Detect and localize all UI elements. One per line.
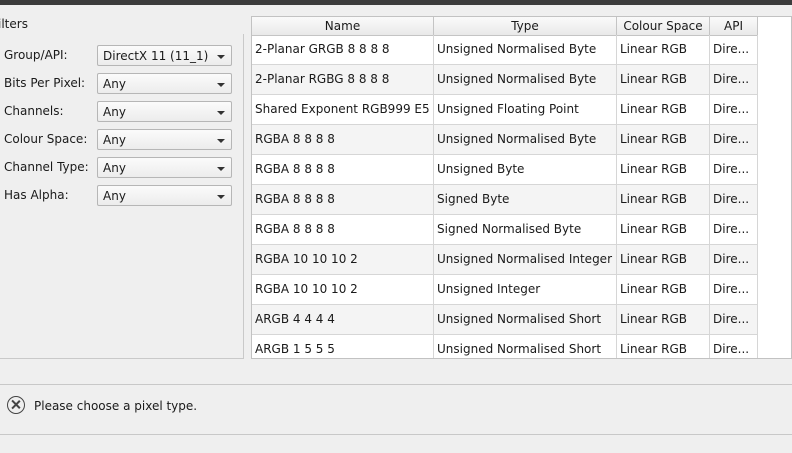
chevron-down-icon: [217, 83, 225, 87]
table-cell: Linear RGB: [617, 245, 710, 275]
table-cell: Linear RGB: [617, 305, 710, 335]
table-cell: 2-Planar GRGB 8 8 8 8: [252, 35, 434, 65]
error-circle-x-icon: [7, 396, 25, 414]
filter-row-channels: Channels: Any: [0, 101, 244, 123]
table-cell: Dire...: [710, 65, 758, 95]
channel-type-combobox[interactable]: Any: [97, 157, 232, 178]
filter-row-has-alpha: Has Alpha: Any: [0, 185, 244, 207]
table-cell: Dire...: [710, 155, 758, 185]
filters-panel: ilters Group/API: DirectX 11 (11_1) Bits…: [0, 12, 244, 359]
table-cell: Linear RGB: [617, 65, 710, 95]
table-row[interactable]: RGBA 8 8 8 8 Unsigned Byte Linear RGB Dire.…: [252, 155, 758, 185]
channels-combobox[interactable]: Any: [97, 101, 232, 122]
table-row[interactable]: ARGB 1 5 5 5 Unsigned Normalised Short Lin…: [252, 335, 758, 358]
combobox-value: DirectX 11 (11_1): [103, 49, 209, 63]
table-cell: Dire...: [710, 125, 758, 155]
chevron-down-icon: [217, 195, 225, 199]
combobox-value: Any: [103, 189, 126, 203]
filter-row-group-api: Group/API: DirectX 11 (11_1): [0, 45, 244, 67]
table-cell: Dire...: [710, 35, 758, 65]
table-cell: Linear RGB: [617, 155, 710, 185]
table-cell: Unsigned Normalised Short: [434, 335, 617, 358]
table-cell: Dire...: [710, 95, 758, 125]
table-cell: RGBA 8 8 8 8: [252, 185, 434, 215]
filter-label: Has Alpha:: [4, 188, 69, 202]
pixel-type-table[interactable]: Name Type Colour Space API 2-Planar GRGB…: [251, 16, 792, 359]
table-cell: Unsigned Normalised Byte: [434, 65, 617, 95]
table-cell: RGBA 8 8 8 8: [252, 125, 434, 155]
has-alpha-combobox[interactable]: Any: [97, 185, 232, 206]
column-header-colour-space[interactable]: Colour Space: [617, 17, 710, 35]
table-cell: Linear RGB: [617, 125, 710, 155]
table-row[interactable]: ARGB 4 4 4 4 Unsigned Normalised Short Lin…: [252, 305, 758, 335]
table-row[interactable]: RGBA 10 10 10 2 Unsigned Integer Linear RG…: [252, 275, 758, 305]
table-cell: Unsigned Integer: [434, 275, 617, 305]
table-cell: RGBA 10 10 10 2: [252, 245, 434, 275]
table-cell: Signed Byte: [434, 185, 617, 215]
table-cell: Linear RGB: [617, 35, 710, 65]
table-cell: Dire...: [710, 275, 758, 305]
table-cell: Linear RGB: [617, 185, 710, 215]
table-cell: Unsigned Floating Point: [434, 95, 617, 125]
table-cell: Dire...: [710, 335, 758, 358]
combobox-value: Any: [103, 133, 126, 147]
column-header-api[interactable]: API: [710, 17, 758, 35]
table-cell: Signed Normalised Byte: [434, 215, 617, 245]
table-cell: Unsigned Normalised Integer: [434, 245, 617, 275]
table-cell: Unsigned Byte: [434, 155, 617, 185]
column-header-name[interactable]: Name: [252, 17, 434, 35]
filter-label: Bits Per Pixel:: [4, 76, 86, 90]
table-cell: RGBA 10 10 10 2: [252, 275, 434, 305]
table-row[interactable]: 2-Planar RGBG 8 8 8 8 Unsigned Normalised…: [252, 65, 758, 95]
table-cell: Dire...: [710, 305, 758, 335]
window-top-bar: [0, 0, 792, 5]
status-bar: Please choose a pixel type.: [0, 385, 792, 433]
table-row[interactable]: RGBA 10 10 10 2 Unsigned Normalised Integ…: [252, 245, 758, 275]
filter-row-colour-space: Colour Space: Any: [0, 129, 244, 151]
combobox-value: Any: [103, 161, 126, 175]
filter-label: Colour Space:: [4, 132, 88, 146]
filter-label: Group/API:: [4, 48, 68, 62]
chevron-down-icon: [217, 111, 225, 115]
table-header: Name Type Colour Space API: [252, 17, 758, 36]
table-cell: ARGB 1 5 5 5: [252, 335, 434, 358]
table-cell: Linear RGB: [617, 275, 710, 305]
table-cell: Unsigned Normalised Short: [434, 305, 617, 335]
table-cell: RGBA 8 8 8 8: [252, 155, 434, 185]
table-cell: Dire...: [710, 215, 758, 245]
table-row[interactable]: RGBA 8 8 8 8 Signed Normalised Byte Linear…: [252, 215, 758, 245]
column-header-type[interactable]: Type: [434, 17, 617, 35]
filter-row-channel-type: Channel Type: Any: [0, 157, 244, 179]
table-cell: Dire...: [710, 185, 758, 215]
table-cell: Linear RGB: [617, 95, 710, 125]
table-row[interactable]: RGBA 8 8 8 8 Signed Byte Linear RGB Dire...: [252, 185, 758, 215]
filter-row-bits-per-pixel: Bits Per Pixel: Any: [0, 73, 244, 95]
filters-group: Group/API: DirectX 11 (11_1) Bits Per Pi…: [0, 34, 244, 359]
table-row[interactable]: Shared Exponent RGB999 E5 Unsigned Floati…: [252, 95, 758, 125]
combobox-value: Any: [103, 77, 126, 91]
table-cell: Linear RGB: [617, 215, 710, 245]
combobox-value: Any: [103, 105, 126, 119]
chevron-down-icon: [217, 167, 225, 171]
filter-label: Channels:: [4, 104, 64, 118]
colour-space-combobox[interactable]: Any: [97, 129, 232, 150]
bits-per-pixel-combobox[interactable]: Any: [97, 73, 232, 94]
group-api-combobox[interactable]: DirectX 11 (11_1): [97, 45, 232, 66]
table-cell: Shared Exponent RGB999 E5: [252, 95, 434, 125]
table-cell: ARGB 4 4 4 4: [252, 305, 434, 335]
chevron-down-icon: [217, 139, 225, 143]
table-cell: Dire...: [710, 245, 758, 275]
table-cell: Unsigned Normalised Byte: [434, 35, 617, 65]
table-cell: RGBA 8 8 8 8: [252, 215, 434, 245]
table-cell: Unsigned Normalised Byte: [434, 125, 617, 155]
table-row[interactable]: RGBA 8 8 8 8 Unsigned Normalised Byte Line…: [252, 125, 758, 155]
filter-label: Channel Type:: [4, 160, 89, 174]
chevron-down-icon: [217, 55, 225, 59]
status-message: Please choose a pixel type.: [34, 399, 198, 413]
table-cell: 2-Planar RGBG 8 8 8 8: [252, 65, 434, 95]
table-cell: Linear RGB: [617, 335, 710, 358]
filters-title: ilters: [0, 17, 28, 31]
divider: [0, 434, 792, 435]
table-row[interactable]: 2-Planar GRGB 8 8 8 8 Unsigned Normalised…: [252, 35, 758, 65]
